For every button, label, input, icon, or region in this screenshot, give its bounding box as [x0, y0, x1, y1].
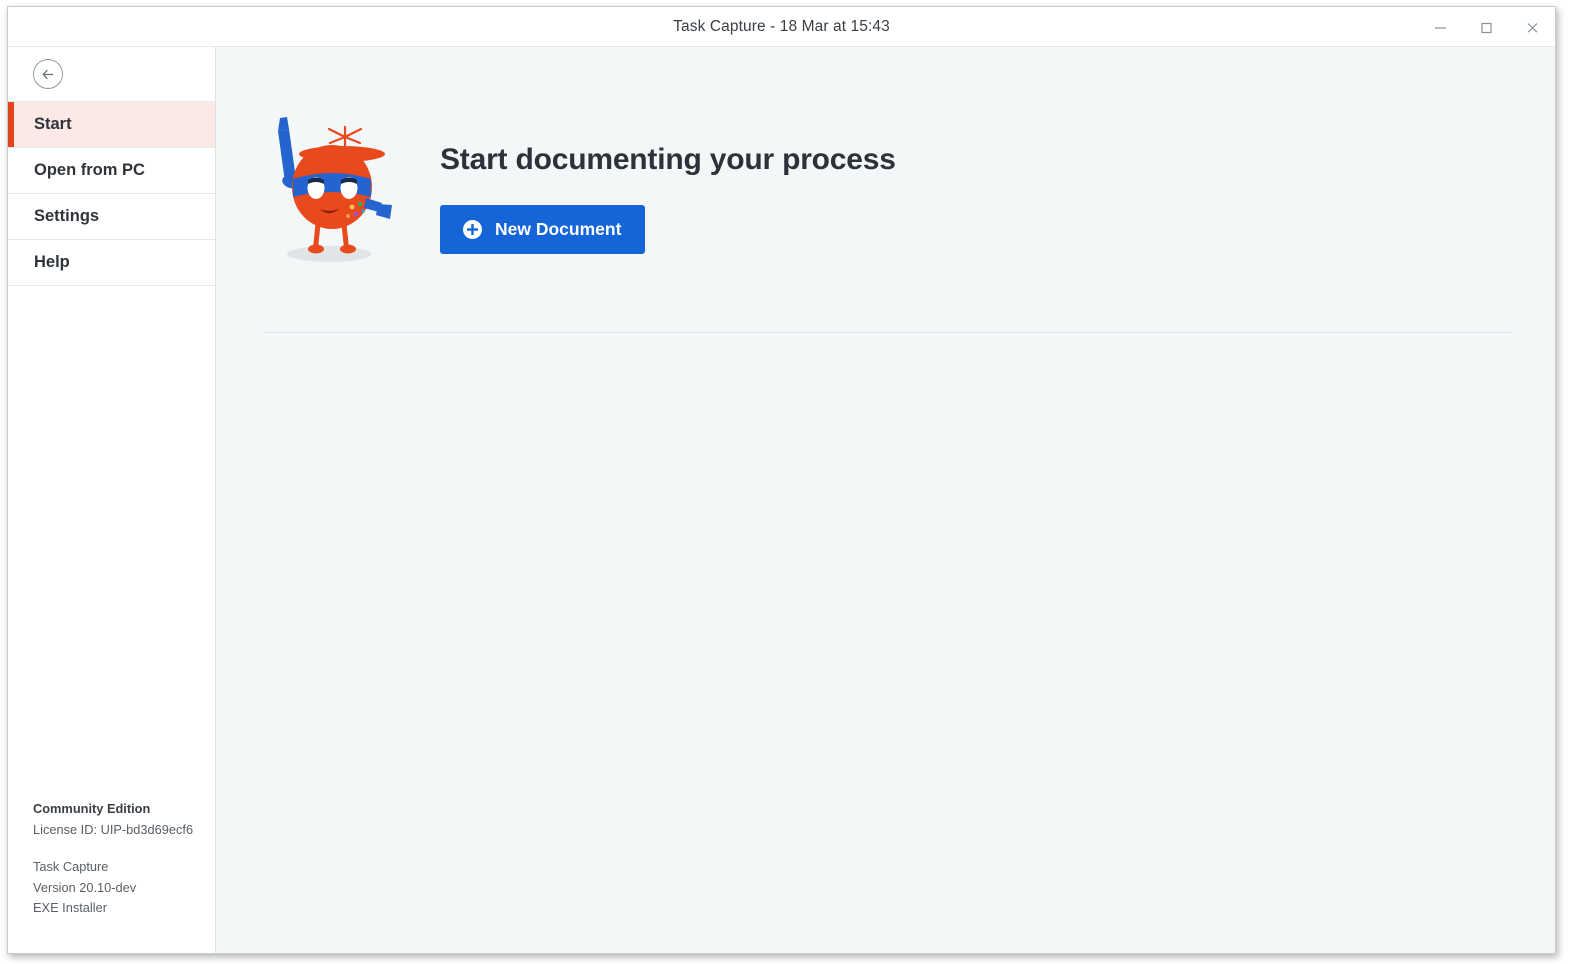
- sidebar-item-label: Help: [34, 253, 70, 271]
- main-content: Start documenting your process New Docum…: [216, 47, 1555, 953]
- minimize-icon: [1434, 26, 1446, 29]
- close-button[interactable]: [1509, 7, 1555, 47]
- minimize-button[interactable]: [1417, 7, 1463, 47]
- back-button[interactable]: [33, 59, 63, 89]
- sidebar-item-settings[interactable]: Settings: [8, 194, 215, 240]
- installer-label: EXE Installer: [33, 900, 107, 916]
- plus-circle-icon: [463, 220, 482, 239]
- page-title: Start documenting your process: [440, 143, 896, 176]
- desktop-background: Task Capture - 18 Mar at 15:43 Start Ope…: [0, 0, 1569, 964]
- window-body: Start Open from PC Settings Help Communi…: [8, 47, 1555, 953]
- sidebar-item-label: Open from PC: [34, 161, 145, 179]
- version-label: Version 20.10-dev: [33, 879, 137, 895]
- sidebar-item-start[interactable]: Start: [8, 102, 215, 148]
- sidebar-item-open-from-pc[interactable]: Open from PC: [8, 148, 215, 194]
- sidebar-item-label: Settings: [34, 207, 100, 225]
- mascot-hat-brim: [299, 146, 385, 162]
- footer-gap: [33, 841, 215, 857]
- sidebar: Start Open from PC Settings Help Communi…: [8, 47, 216, 953]
- new-document-button[interactable]: New Document: [440, 205, 646, 254]
- sidebar-header: [8, 47, 215, 102]
- title-bar[interactable]: Task Capture - 18 Mar at 15:43: [8, 7, 1555, 47]
- mascot-propeller: [327, 125, 363, 149]
- maximize-icon: [1480, 22, 1492, 33]
- sidebar-footer: Community Edition License ID: UIP-bd3d69…: [8, 799, 215, 953]
- mascot-shadow: [287, 246, 371, 262]
- hero-text-block: Start documenting your process New Docum…: [440, 105, 896, 254]
- license-id-label: License ID: UIP-bd3d69ecf6: [33, 822, 194, 838]
- window-controls: [1417, 7, 1555, 47]
- hero-section: Start documenting your process New Docum…: [216, 47, 1555, 269]
- sidebar-item-label: Start: [34, 115, 72, 133]
- content-divider: [265, 332, 1511, 333]
- edition-label: Community Edition: [33, 801, 151, 817]
- sidebar-nav: Start Open from PC Settings Help: [8, 102, 215, 286]
- arrow-left-icon: [42, 69, 53, 79]
- sidebar-item-help[interactable]: Help: [8, 240, 215, 286]
- new-document-button-label: New Document: [495, 219, 622, 239]
- robot-mascot-illustration: [278, 117, 392, 262]
- window-title: Task Capture - 18 Mar at 15:43: [673, 17, 890, 35]
- close-icon: [1527, 22, 1537, 33]
- product-name-label: Task Capture: [33, 858, 109, 874]
- maximize-button[interactable]: [1463, 7, 1509, 47]
- mascot-right-arm: [364, 198, 392, 219]
- task-capture-window: Task Capture - 18 Mar at 15:43 Start Ope…: [7, 6, 1556, 954]
